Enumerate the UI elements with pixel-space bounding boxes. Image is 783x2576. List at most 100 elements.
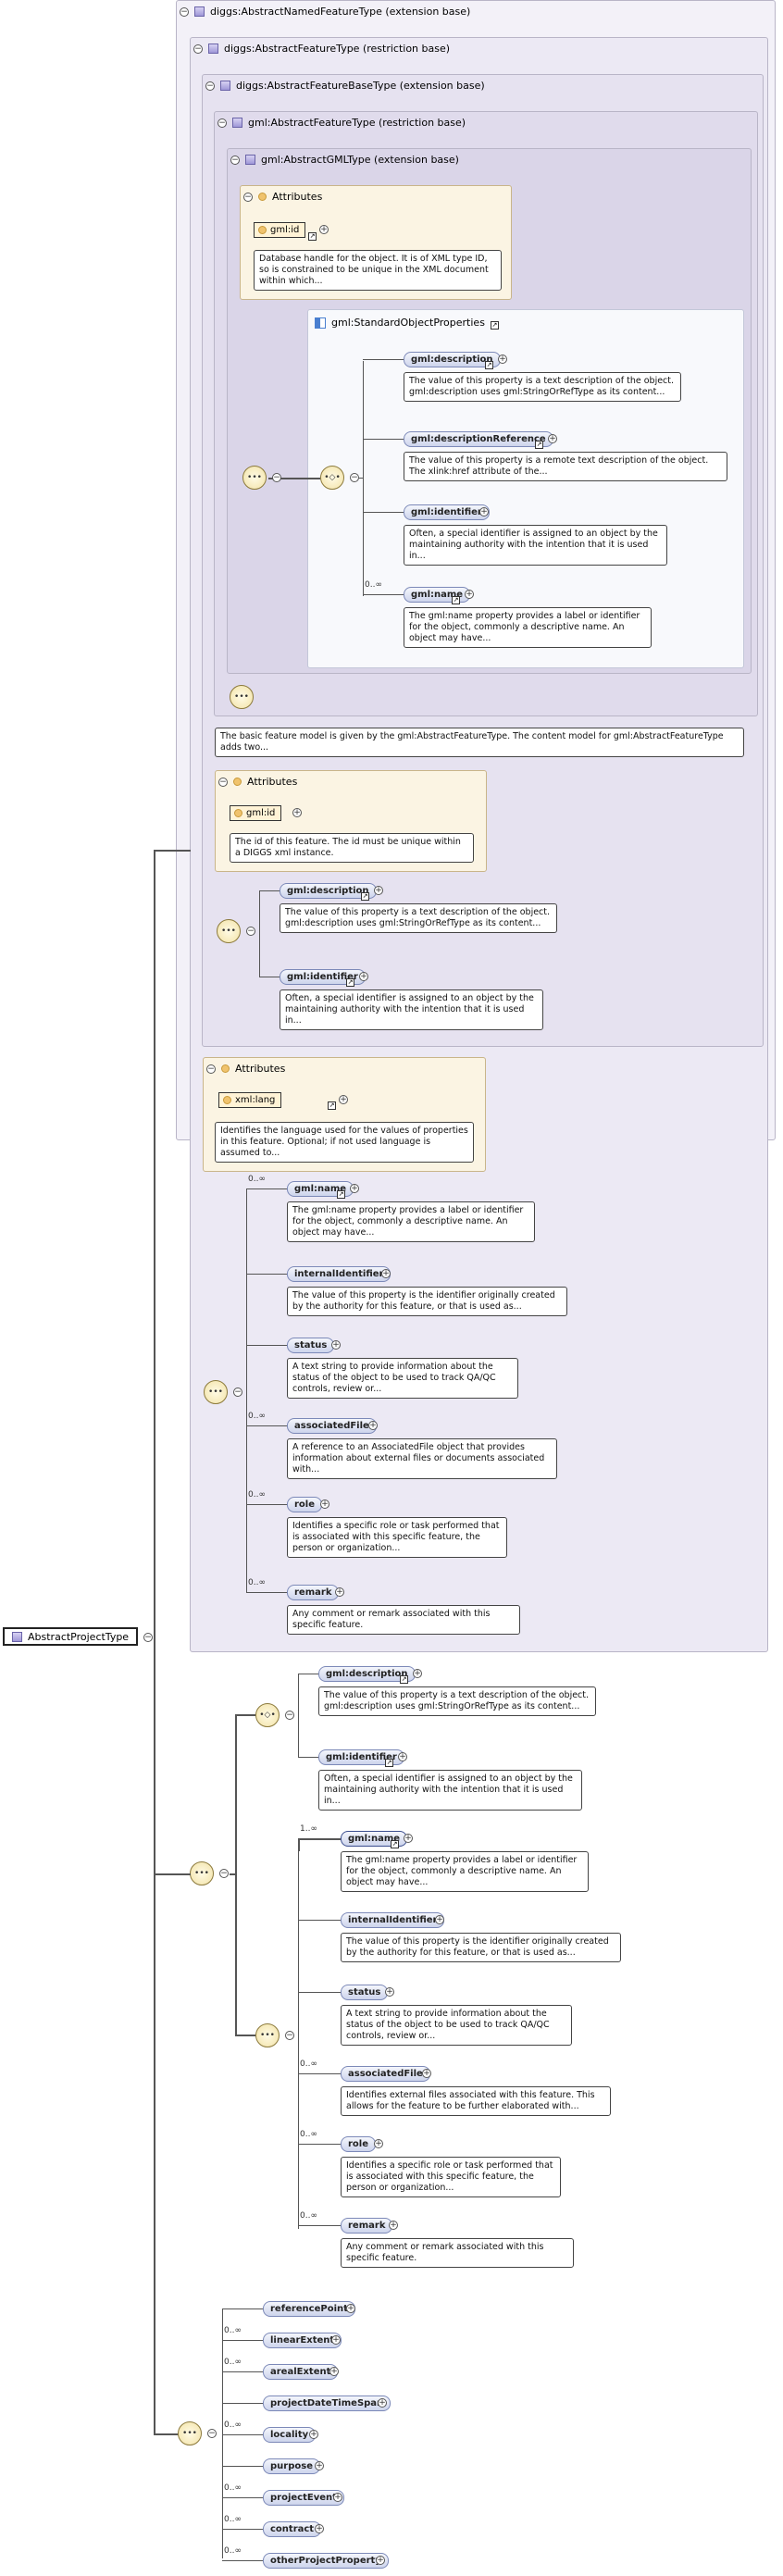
element-linearextent[interactable]: linearExtent [263, 2333, 342, 2348]
element-remark[interactable]: remark [287, 1585, 340, 1600]
sequence-icon: ••• [242, 466, 267, 490]
collapse-toggle[interactable]: − [285, 2031, 294, 2040]
element-purpose[interactable]: purpose [263, 2458, 320, 2474]
collapse-toggle[interactable]: − [285, 1711, 294, 1720]
attributes-header: − Attributes [218, 776, 297, 788]
collapse-toggle[interactable]: − [272, 473, 281, 482]
element-arealextent[interactable]: arealExtent [263, 2364, 339, 2380]
collapse-toggle[interactable]: − [180, 6, 189, 17]
attribute-icon [223, 1096, 231, 1104]
class-icon [208, 44, 218, 54]
expand-icon[interactable]: + [381, 1269, 391, 1278]
element-remark[interactable]: remark [341, 2218, 393, 2234]
element-contract[interactable]: contract [263, 2521, 322, 2537]
collapse-toggle[interactable]: − [193, 44, 203, 54]
expand-icon[interactable]: + [331, 1340, 341, 1350]
collapse-toggle[interactable]: − [207, 2429, 217, 2438]
element-locality[interactable]: locality [263, 2427, 317, 2443]
element-associatedfile[interactable]: associatedFile [341, 2066, 430, 2082]
reference-icon: ↗ [391, 1840, 399, 1848]
expand-icon[interactable]: + [329, 2367, 339, 2376]
element-gml-identifier[interactable]: gml:identifier [404, 504, 490, 520]
sequence-icon: ••• [190, 1861, 214, 1885]
attribute-xml-lang[interactable]: xml:lang [218, 1092, 282, 1108]
group-icon [315, 317, 326, 329]
named-feature-label: diggs:AbstractNamedFeatureType (extensio… [210, 6, 471, 18]
element-status[interactable]: status [341, 1985, 389, 2000]
connector-line [298, 1674, 299, 1757]
attribute-gml-id[interactable]: gml:id [254, 222, 306, 238]
expand-icon[interactable]: + [335, 1587, 344, 1597]
documentation-note: The value of this property is the identi… [287, 1287, 567, 1316]
root-label: AbstractProjectType [28, 1630, 130, 1643]
attribute-label: xml:lang [235, 1095, 276, 1105]
connector-line [222, 2340, 263, 2341]
element-projectevent[interactable]: projectEvent [263, 2490, 344, 2506]
expand-icon[interactable]: + [389, 2221, 398, 2230]
expand-icon[interactable]: + [498, 355, 507, 364]
collapse-toggle[interactable]: − [205, 81, 215, 91]
attribute-icon [234, 809, 242, 817]
collapse-toggle[interactable]: − [243, 192, 253, 202]
element-role[interactable]: role [341, 2136, 377, 2152]
diggs-feature-base-label: diggs:AbstractFeatureBaseType (extension… [236, 80, 485, 92]
expand-icon[interactable]: + [398, 1752, 407, 1761]
expand-icon[interactable]: + [309, 2430, 318, 2439]
element-status[interactable]: status [287, 1338, 335, 1353]
expand-icon[interactable]: + [331, 2335, 341, 2345]
element-role[interactable]: role [287, 1497, 323, 1512]
expand-icon[interactable]: + [435, 1915, 444, 1924]
collapse-toggle[interactable]: − [206, 1064, 216, 1074]
collapse-toggle[interactable]: − [233, 1388, 242, 1397]
documentation-note: Any comment or remark associated with th… [287, 1605, 520, 1635]
expand-icon[interactable]: + [385, 1987, 394, 1997]
expand-icon[interactable]: + [374, 2139, 383, 2148]
expand-icon[interactable]: + [292, 808, 302, 817]
expand-icon[interactable]: + [320, 1500, 329, 1509]
collapse-toggle[interactable]: − [230, 155, 240, 165]
element-internalidentifier[interactable]: internalIdentifier [341, 1912, 445, 1928]
expand-icon[interactable]: + [413, 1669, 422, 1678]
reference-icon: ↗ [361, 892, 369, 901]
element-otherprojectproperty[interactable]: otherProjectProperty [263, 2553, 389, 2569]
element-gml-name[interactable]: gml:name [404, 587, 471, 603]
expand-icon[interactable]: + [339, 1095, 348, 1104]
expand-icon[interactable]: + [376, 2556, 385, 2565]
element-projectdatetimespan[interactable]: projectDateTimeSpan [263, 2396, 392, 2411]
expand-icon[interactable]: + [346, 2304, 355, 2313]
attribute-gml-id[interactable]: gml:id [230, 805, 282, 821]
element-gml-descriptionreference[interactable]: gml:descriptionReference [404, 431, 553, 447]
collapse-toggle[interactable]: − [350, 473, 359, 482]
collapse-toggle[interactable]: − [246, 927, 255, 936]
expand-icon[interactable]: + [333, 2493, 342, 2502]
root-type-box[interactable]: AbstractProjectType [3, 1627, 139, 1646]
class-icon [12, 1631, 22, 1642]
element-internalidentifier[interactable]: internalIdentifier [287, 1266, 392, 1282]
connector-line [222, 2308, 263, 2309]
expand-icon[interactable]: + [479, 507, 489, 516]
attributes-label: Attributes [272, 191, 323, 203]
collapse-toggle[interactable]: − [143, 1633, 153, 1642]
reference-icon: ↗ [337, 1190, 345, 1199]
expand-icon[interactable]: + [422, 2069, 431, 2078]
expand-icon[interactable]: + [315, 2524, 324, 2533]
expand-icon[interactable]: + [404, 1834, 413, 1843]
diggs-feature-header: − diggs:AbstractFeatureType (restriction… [193, 43, 450, 55]
connector-line [222, 2403, 263, 2404]
expand-icon[interactable]: + [315, 2461, 324, 2470]
element-referencepoint[interactable]: referencePoint [263, 2301, 355, 2317]
expand-icon[interactable]: + [368, 1421, 378, 1430]
sequence-icon: ••• [230, 685, 254, 709]
expand-icon[interactable]: + [359, 972, 368, 981]
expand-icon[interactable]: + [465, 590, 474, 599]
expand-icon[interactable]: + [378, 2398, 387, 2408]
expand-icon[interactable]: + [350, 1184, 359, 1193]
collapse-toggle[interactable]: − [218, 777, 228, 787]
connector-line [235, 2035, 255, 2036]
collapse-toggle[interactable]: − [218, 118, 227, 128]
expand-icon[interactable]: + [319, 225, 329, 234]
expand-icon[interactable]: + [548, 434, 557, 443]
collapse-toggle[interactable]: − [219, 1869, 229, 1878]
element-associatedfile[interactable]: associatedFile [287, 1418, 377, 1434]
expand-icon[interactable]: + [374, 886, 383, 895]
